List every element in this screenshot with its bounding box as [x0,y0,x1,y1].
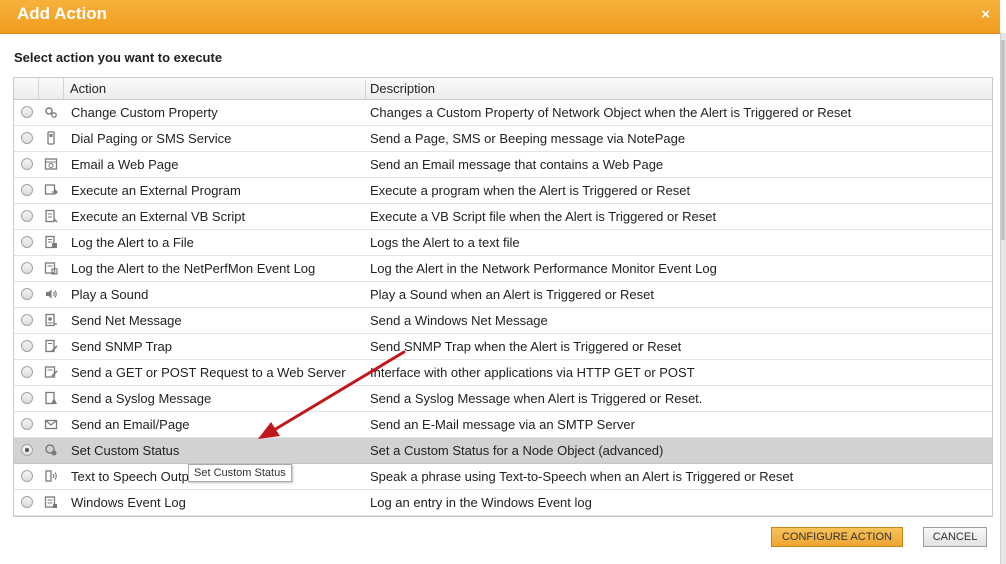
row-radio-button[interactable] [21,340,33,352]
table-row[interactable]: Log the Alert to a File Logs the Alert to… [14,230,992,256]
row-action-label: Send a GET or POST Request to a Web Serv… [71,365,346,380]
row-radio-button[interactable] [21,236,33,248]
event-log-icon [44,261,58,275]
close-icon[interactable]: × [981,6,990,23]
row-description: Send an E-Mail message via an SMTP Serve… [370,417,635,432]
row-description: Execute a VB Script file when the Alert … [370,209,717,224]
table-row[interactable]: Log the Alert to the NetPerfMon Event Lo… [14,256,992,282]
row-action-label: Execute an External Program [71,183,241,198]
row-description: Changes a Custom Property of Network Obj… [370,105,852,120]
dialog-subtitle: Select action you want to execute [14,50,223,65]
syslog-icon [44,391,58,405]
row-radio-button[interactable] [21,184,33,196]
row-description: Send an Email message that contains a We… [370,157,664,172]
script-icon [44,209,58,223]
table-row[interactable]: Windows Event Log Log an entry in the Win… [14,490,992,516]
row-action-label: Log the Alert to the NetPerfMon Event Lo… [71,261,316,276]
table-row[interactable]: Email a Web Page Send an Email message th… [14,152,992,178]
row-radio-button[interactable] [21,470,33,482]
row-description: Send a Page, SMS or Beeping message via … [370,131,686,146]
table-row[interactable]: Send Net Message Send a Windows Net Messa… [14,308,992,334]
http-icon [44,365,58,379]
row-description: Logs the Alert to a text file [370,235,520,250]
row-action-label: Change Custom Property [71,105,218,120]
row-radio-button[interactable] [21,158,33,170]
table-row[interactable]: Change Custom Property Changes a Custom P… [14,100,992,126]
snmp-icon [44,339,58,353]
table-header: Action Description [14,78,992,100]
configure-action-button[interactable]: CONFIGURE ACTION [771,527,903,547]
row-radio-button[interactable] [21,314,33,326]
row-action-label: Dial Paging or SMS Service [71,131,232,146]
row-action-label: Execute an External VB Script [71,209,246,224]
actions-table: Action Description Change Custom Propert… [13,77,993,517]
table-row[interactable]: Dial Paging or SMS Service Send a Page, S… [14,126,992,152]
text-to-speech-icon [44,469,58,483]
row-radio-button[interactable] [21,210,33,222]
row-description: Interface with other applications via HT… [370,365,695,380]
table-row[interactable]: Execute an External Program Execute a pro… [14,178,992,204]
header-action[interactable]: Action [65,81,366,99]
header-description[interactable]: Description [369,81,435,96]
table-row[interactable]: Send a GET or POST Request to a Web Serv… [14,360,992,386]
row-description: Send a Windows Net Message [370,313,548,328]
row-action-label: Log the Alert to a File [71,235,194,250]
row-radio-button[interactable] [21,288,33,300]
table-row[interactable]: Send an Email/Page Send an E-Mail message… [14,412,992,438]
row-radio-button[interactable] [21,262,33,274]
row-description: Send a Syslog Message when Alert is Trig… [370,391,703,406]
row-description: Execute a program when the Alert is Trig… [370,183,691,198]
web-page-icon [44,157,58,171]
dialog-title: Add Action [17,4,108,23]
header-radio-column [14,78,39,99]
row-action-label: Email a Web Page [71,157,179,172]
row-radio-button[interactable] [21,106,33,118]
header-icon-column [39,78,64,99]
row-radio-button[interactable] [21,366,33,378]
row-description: Send SNMP Trap when the Alert is Trigger… [370,339,682,354]
gears-icon [44,105,58,119]
table-body: Change Custom Property Changes a Custom P… [14,100,992,516]
net-message-icon [44,313,58,327]
row-action-label: Play a Sound [71,287,149,302]
program-icon [44,183,58,197]
row-action-label: Send a Syslog Message [71,391,212,406]
windows-log-icon [44,495,58,509]
row-description: Set a Custom Status for a Node Object (a… [370,443,664,458]
table-row[interactable]: Send SNMP Trap Send SNMP Trap when the Al… [14,334,992,360]
row-action-label: Text to Speech Output [71,469,200,484]
pager-icon [44,131,58,145]
envelope-icon [44,417,58,431]
log-file-icon [44,235,58,249]
row-description: Log the Alert in the Network Performance… [370,261,717,276]
scrollbar-thumb[interactable] [1001,40,1005,240]
tooltip: Set Custom Status [188,464,292,482]
row-radio-button[interactable] [21,496,33,508]
table-row[interactable]: Set Custom Status Set a Custom Status for… [14,438,992,464]
row-description: Play a Sound when an Alert is Triggered … [370,287,654,302]
row-action-label: Windows Event Log [71,495,186,510]
cancel-button[interactable]: CANCEL [923,527,987,547]
row-radio-button[interactable] [21,444,33,456]
row-action-label: Send SNMP Trap [71,339,172,354]
speaker-icon [44,287,58,301]
dialog-title-bar: Add Action × [0,0,1000,34]
custom-status-icon [44,443,58,457]
row-action-label: Send an Email/Page [71,417,190,432]
row-description: Speak a phrase using Text-to-Speech when… [370,469,794,484]
row-radio-button[interactable] [21,392,33,404]
table-row[interactable]: Execute an External VB Script Execute a V… [14,204,992,230]
row-action-label: Set Custom Status [71,443,180,458]
table-row[interactable]: Play a Sound Play a Sound when an Alert i… [14,282,992,308]
table-row[interactable]: Send a Syslog Message Send a Syslog Messa… [14,386,992,412]
row-description: Log an entry in the Windows Event log [370,495,592,510]
row-radio-button[interactable] [21,132,33,144]
row-action-label: Send Net Message [71,313,182,328]
row-radio-button[interactable] [21,418,33,430]
table-row[interactable]: Text to Speech Output Speak a phrase usin… [14,464,992,490]
